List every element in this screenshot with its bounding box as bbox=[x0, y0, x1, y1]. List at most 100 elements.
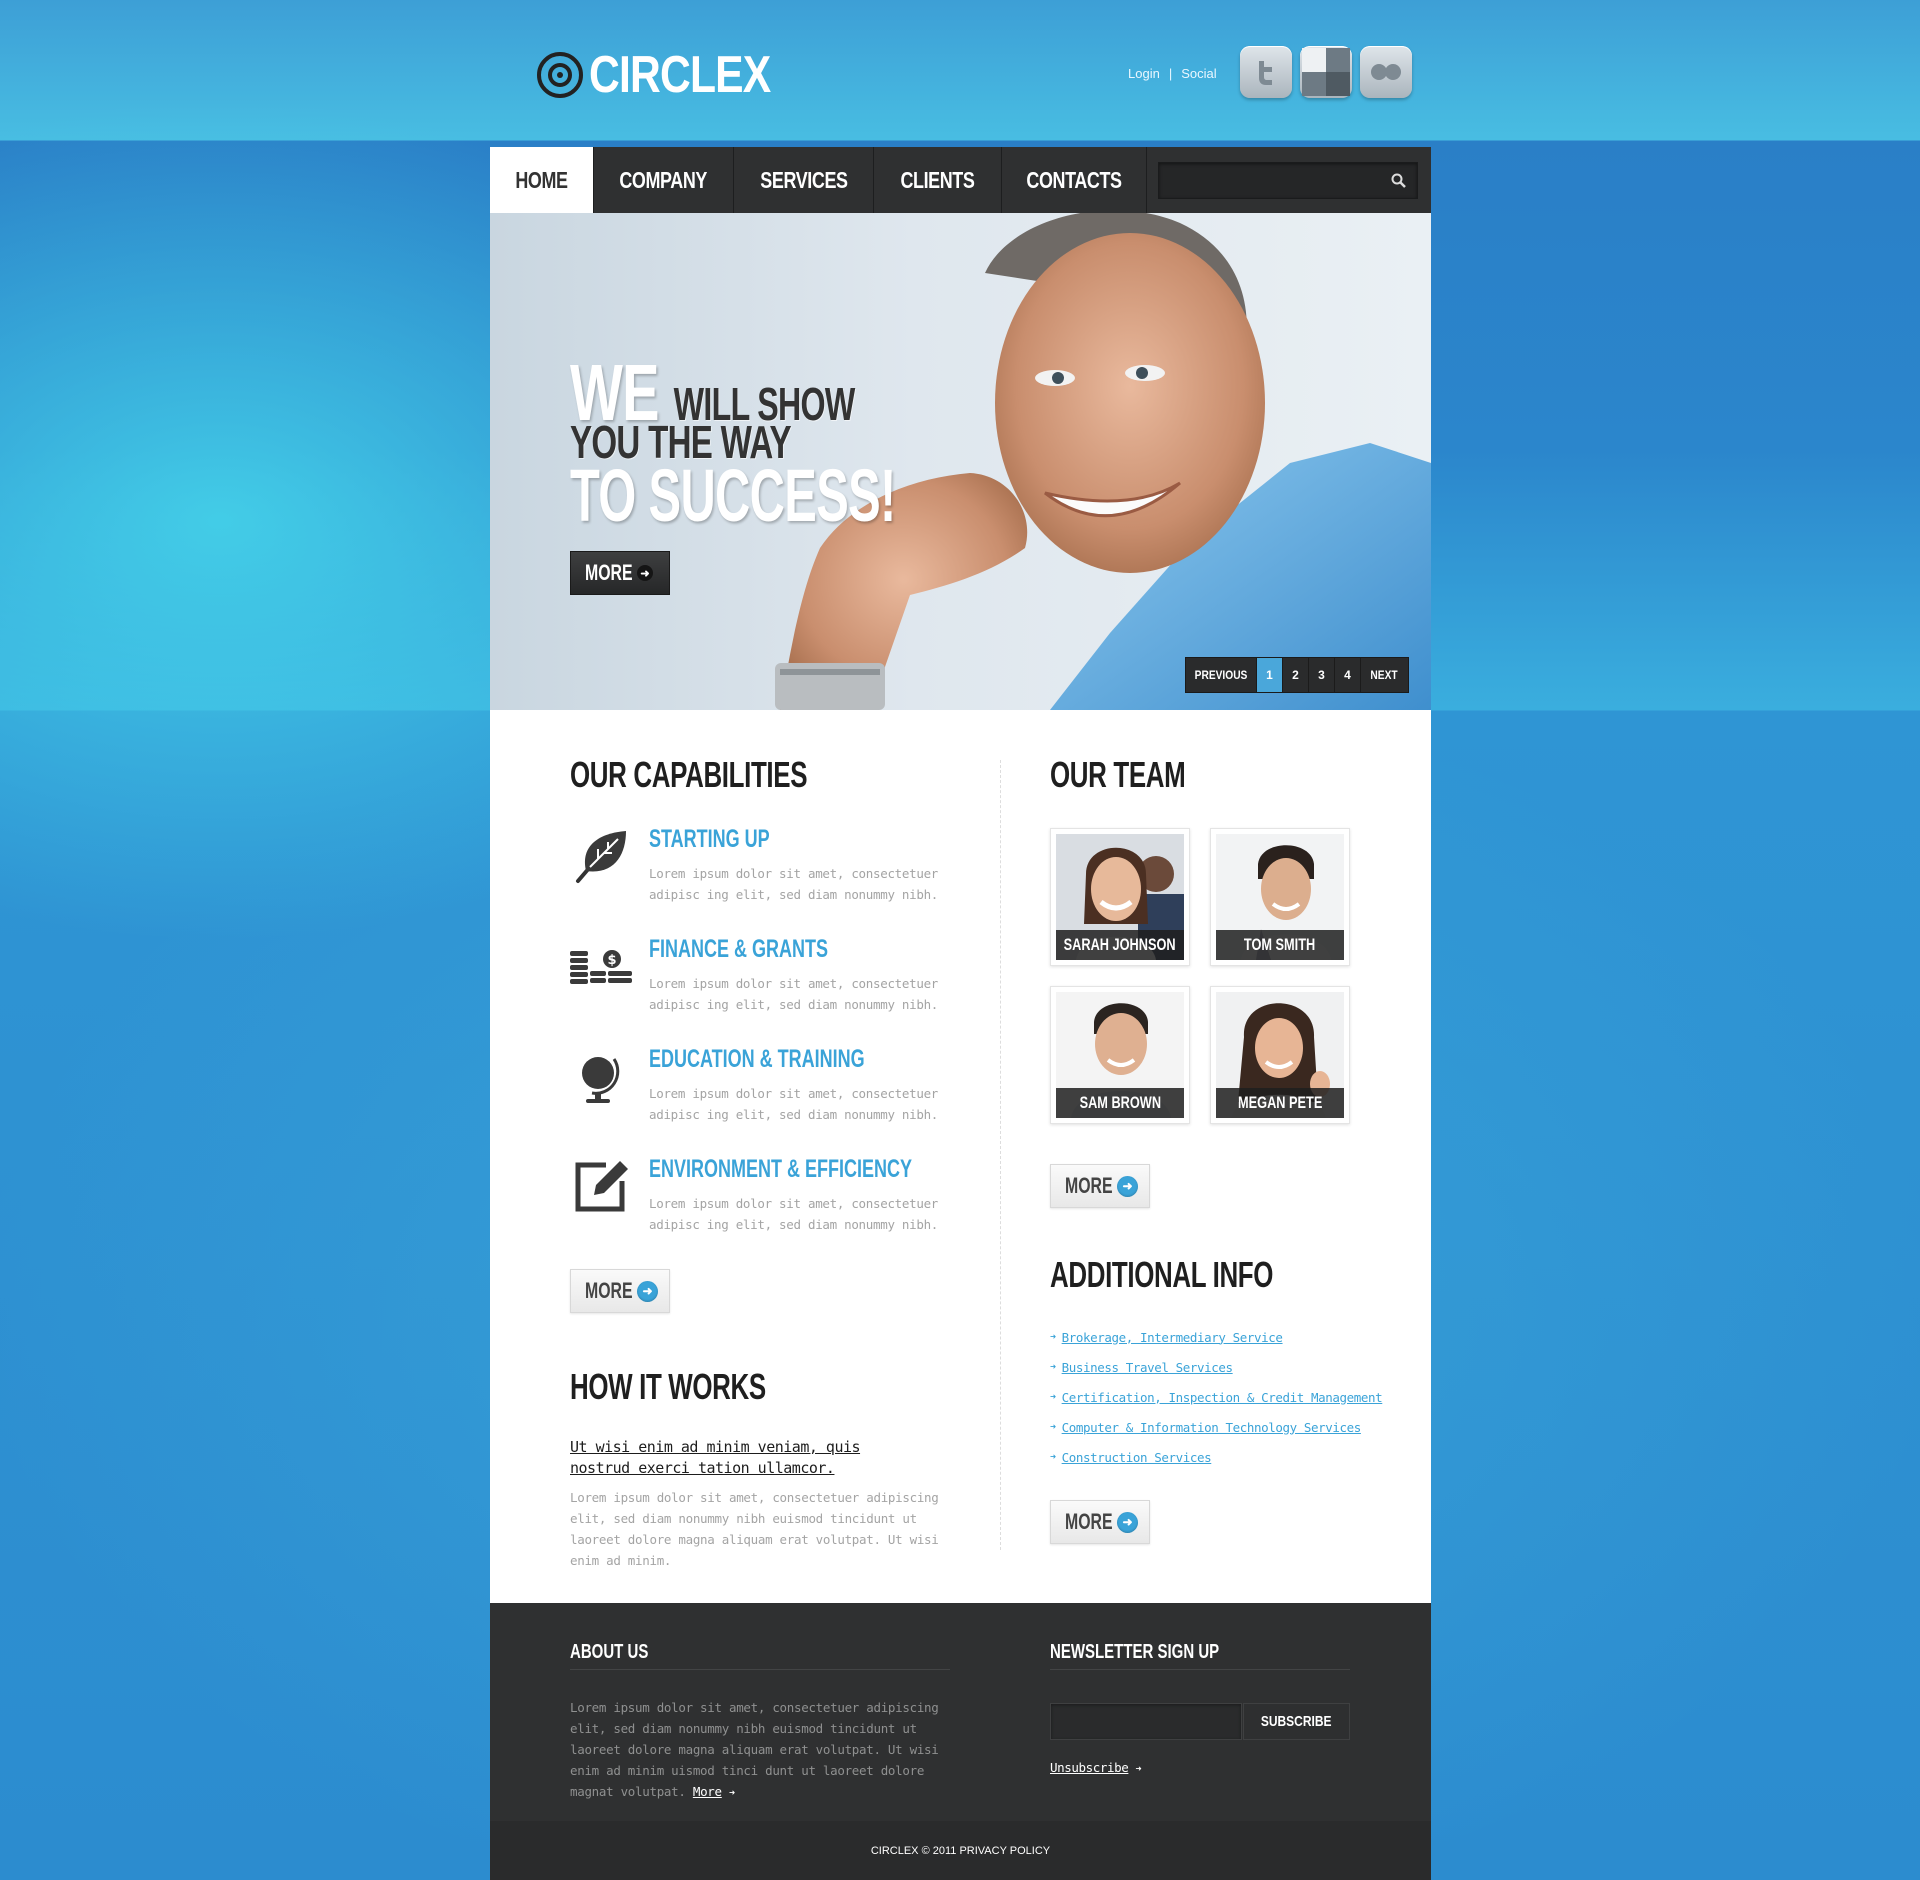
bullet-arrow-icon: ➜ bbox=[1050, 1331, 1056, 1343]
pager-next-button[interactable]: NEXT bbox=[1361, 658, 1408, 692]
bullet-arrow-icon: ➜ bbox=[1050, 1361, 1056, 1373]
list-item: ➜ Brokerage, Intermediary Service bbox=[1050, 1322, 1382, 1352]
twitter-icon bbox=[1259, 61, 1272, 85]
pager-page-3[interactable]: 3 bbox=[1309, 658, 1335, 692]
search-box bbox=[1158, 162, 1418, 199]
capability-item: ENVIRONMENT & EFFICIENCY Lorem ipsum dol… bbox=[570, 1155, 950, 1235]
capability-text: Lorem ipsum dolor sit amet, consectetuer… bbox=[649, 976, 939, 1012]
pager-page-1[interactable]: 1 bbox=[1257, 658, 1283, 692]
more-label: MORE bbox=[585, 1278, 633, 1303]
info-link[interactable]: Construction Services bbox=[1062, 1450, 1212, 1465]
capability-text: Lorem ipsum dolor sit amet, consectetuer… bbox=[649, 1086, 939, 1122]
info-link[interactable]: Business Travel Services bbox=[1062, 1360, 1233, 1375]
info-link[interactable]: Certification, Inspection & Credit Manag… bbox=[1062, 1390, 1383, 1405]
social-link[interactable]: Social bbox=[1181, 66, 1216, 81]
how-it-works-text: Lorem ipsum dolor sit amet, consectetuer… bbox=[570, 1490, 939, 1568]
team-member-card[interactable]: SAM BROWN bbox=[1050, 986, 1190, 1124]
bullet-arrow-icon: ➜ bbox=[1050, 1391, 1056, 1403]
hero-headline: WE WILL SHOW YOU THE WAY TO SUCCESS! bbox=[570, 353, 1063, 533]
team-member-card[interactable]: TOM SMITH bbox=[1210, 828, 1350, 966]
list-item: ➜ Business Travel Services bbox=[1050, 1352, 1382, 1382]
list-item: ➜ Certification, Inspection & Credit Mana… bbox=[1050, 1382, 1383, 1412]
hero-more-label: MORE bbox=[585, 560, 633, 585]
capability-item: EDUCATION & TRAINING Lorem ipsum dolor s… bbox=[570, 1045, 950, 1125]
flickr-button[interactable] bbox=[1360, 46, 1412, 98]
capability-text: Lorem ipsum dolor sit amet, consectetuer… bbox=[649, 866, 939, 902]
how-it-works-title: HOW IT WORKS bbox=[570, 1366, 766, 1407]
newsletter-email-input[interactable] bbox=[1050, 1703, 1242, 1740]
capabilities-title: OUR CAPABILITIES bbox=[570, 754, 808, 795]
about-more-link[interactable]: More bbox=[693, 1784, 722, 1799]
hero-line3: TO SUCCESS! bbox=[570, 454, 896, 537]
column-divider bbox=[1000, 760, 1001, 1550]
arrow-right-icon: ➜ bbox=[1135, 1764, 1142, 1775]
main-nav: HOME COMPANY SERVICES CLIENTS CONTACTS bbox=[490, 147, 1431, 213]
arrow-right-icon: ➜ bbox=[637, 1280, 658, 1302]
list-item: ➜ Computer & Information Technology Servi… bbox=[1050, 1412, 1382, 1442]
capabilities-more-button[interactable]: MORE ➜ bbox=[570, 1269, 670, 1313]
newsletter-title: NEWSLETTER SIGN UP bbox=[1050, 1641, 1220, 1663]
more-label: MORE bbox=[1065, 1509, 1113, 1534]
search-input[interactable] bbox=[1165, 169, 1379, 195]
footer: ABOUT US Lorem ipsum dolor sit amet, con… bbox=[490, 1603, 1431, 1821]
bullet-arrow-icon: ➜ bbox=[1050, 1421, 1056, 1433]
main-content: OUR CAPABILITIES STARTING UP Lorem ipsum… bbox=[490, 710, 1431, 1603]
pager-page-2[interactable]: 2 bbox=[1283, 658, 1309, 692]
info-link[interactable]: Brokerage, Intermediary Service bbox=[1062, 1330, 1283, 1345]
info-more-button[interactable]: MORE ➜ bbox=[1050, 1500, 1150, 1544]
team-member-name: SARAH JOHNSON bbox=[1056, 930, 1184, 960]
svg-text:$: $ bbox=[607, 953, 616, 968]
divider bbox=[1050, 1669, 1350, 1670]
capability-text: Lorem ipsum dolor sit amet, consectetuer… bbox=[649, 1196, 939, 1232]
hero-more-button[interactable]: MORE ➜ bbox=[570, 551, 670, 595]
nav-item-contacts[interactable]: CONTACTS bbox=[1002, 147, 1147, 213]
bullet-arrow-icon: ➜ bbox=[1050, 1451, 1056, 1463]
unsubscribe-link[interactable]: Unsubscribe bbox=[1050, 1760, 1129, 1775]
hero-slider: WE WILL SHOW YOU THE WAY TO SUCCESS! MOR… bbox=[490, 213, 1431, 710]
top-links-separator: | bbox=[1168, 66, 1173, 81]
capability-title: ENVIRONMENT & EFFICIENCY bbox=[649, 1155, 913, 1183]
team-more-button[interactable]: MORE ➜ bbox=[1050, 1164, 1150, 1208]
edit-icon bbox=[575, 1161, 628, 1212]
search-icon[interactable] bbox=[1391, 173, 1407, 189]
capability-title: STARTING UP bbox=[649, 825, 770, 853]
about-title: ABOUT US bbox=[570, 1641, 649, 1663]
arrow-right-icon: ➜ bbox=[1117, 1511, 1138, 1533]
pager-page-4[interactable]: 4 bbox=[1335, 658, 1361, 692]
capability-item: STARTING UP Lorem ipsum dolor sit amet, … bbox=[570, 825, 950, 905]
divider bbox=[570, 1669, 950, 1670]
team-member-name: SAM BROWN bbox=[1056, 1088, 1184, 1118]
logo[interactable]: CIRCLEX bbox=[537, 45, 810, 105]
top-links: Login | Social bbox=[1128, 66, 1217, 81]
pager-previous-button[interactable]: PREVIOUS bbox=[1186, 658, 1257, 692]
twitter-button[interactable] bbox=[1240, 46, 1292, 98]
nav-item-clients[interactable]: CLIENTS bbox=[874, 147, 1002, 213]
capability-title: EDUCATION & TRAINING bbox=[649, 1045, 865, 1073]
arrow-right-icon: ➜ bbox=[637, 565, 653, 581]
more-label: MORE bbox=[1065, 1173, 1113, 1198]
additional-info-title: ADDITIONAL INFO bbox=[1050, 1254, 1274, 1295]
team-member-card[interactable]: SARAH JOHNSON bbox=[1050, 828, 1190, 966]
delicious-icon bbox=[1302, 48, 1350, 96]
team-member-name: TOM SMITH bbox=[1216, 930, 1344, 960]
arrow-right-icon: ➜ bbox=[729, 1788, 735, 1799]
nav-item-services[interactable]: SERVICES bbox=[734, 147, 874, 213]
team-member-card[interactable]: MEGAN PETE bbox=[1210, 986, 1350, 1124]
capability-item: $ FINANCE & GRANTS Lorem ipsum dolor sit… bbox=[570, 935, 950, 1015]
leaf-icon bbox=[576, 831, 626, 883]
flickr-icon bbox=[1371, 64, 1401, 80]
about-text: Lorem ipsum dolor sit amet, consectetuer… bbox=[570, 1700, 939, 1799]
slider-pager: PREVIOUS 1 2 3 4 NEXT bbox=[1185, 657, 1409, 693]
delicious-button[interactable] bbox=[1300, 46, 1352, 98]
coins-icon: $ bbox=[570, 950, 632, 984]
arrow-right-icon: ➜ bbox=[1117, 1175, 1138, 1197]
login-link[interactable]: Login bbox=[1128, 66, 1160, 81]
nav-item-company[interactable]: COMPANY bbox=[594, 147, 734, 213]
team-title: OUR TEAM bbox=[1050, 754, 1186, 795]
how-it-works-link[interactable]: Ut wisi enim ad minim veniam, quis nostr… bbox=[570, 1437, 900, 1479]
nav-item-home[interactable]: HOME bbox=[490, 147, 594, 213]
list-item: ➜ Construction Services bbox=[1050, 1442, 1382, 1472]
copyright: CIRCLEX © 2011 PRIVACY POLICY bbox=[490, 1821, 1431, 1880]
subscribe-button[interactable]: SUBSCRIBE bbox=[1243, 1703, 1350, 1740]
info-link[interactable]: Computer & Information Technology Servic… bbox=[1062, 1420, 1362, 1435]
